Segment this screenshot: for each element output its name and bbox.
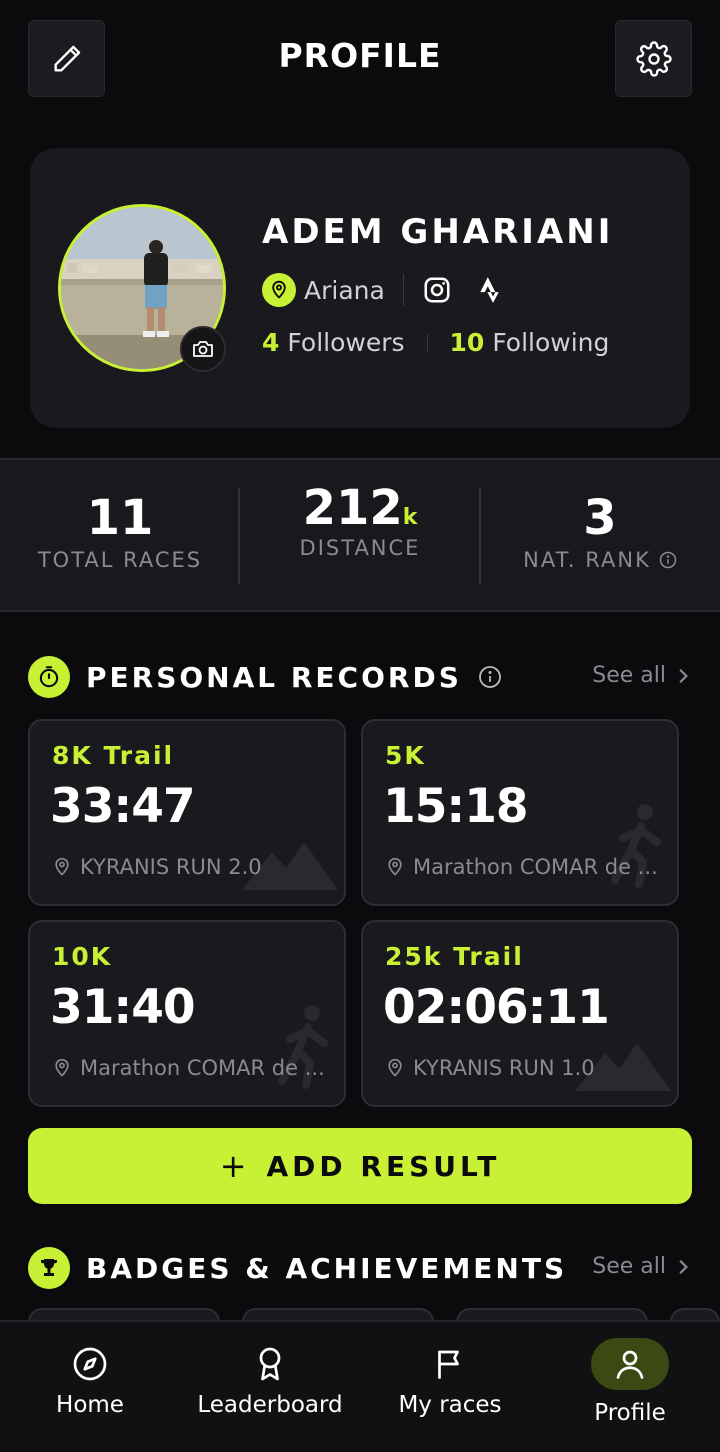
gear-icon	[635, 40, 672, 77]
add-result-button[interactable]: + ADD RESULT	[28, 1128, 692, 1204]
record-event-row: Marathon COMAR de ...	[385, 855, 658, 879]
location-pin-icon	[55, 1058, 69, 1077]
followers-link[interactable]: 4 Followers	[262, 328, 405, 357]
divider	[426, 333, 428, 352]
stopwatch-icon	[28, 656, 70, 698]
total-races-value: 11	[86, 490, 154, 546]
record-card[interactable]: 8K Trail 33:47 KYRANIS RUN 2.0	[28, 719, 346, 906]
strava-icon[interactable]	[478, 275, 504, 305]
followers-label: Followers	[287, 328, 405, 357]
runner-icon	[601, 800, 671, 894]
info-icon[interactable]	[478, 665, 502, 689]
user-icon	[610, 1344, 650, 1384]
profile-location: Ariana	[304, 275, 385, 305]
total-races-label: TOTAL RACES	[37, 548, 203, 572]
location-pin-icon	[388, 1058, 402, 1077]
nat-rank-value: 3	[583, 490, 617, 546]
page-title: PROFILE	[278, 36, 442, 75]
record-card[interactable]: 5K 15:18 Marathon COMAR de ...	[361, 719, 679, 906]
instagram-icon[interactable]	[422, 275, 452, 305]
info-icon[interactable]	[659, 551, 677, 569]
nav-label: Home	[56, 1392, 124, 1418]
record-card[interactable]: 10K 31:40 Marathon COMAR de ...	[28, 920, 346, 1107]
plus-icon: +	[219, 1147, 247, 1185]
nav-leaderboard[interactable]: Leaderboard	[180, 1322, 360, 1452]
record-time: 33:47	[50, 779, 196, 834]
nat-rank-label: NAT. RANK	[523, 548, 651, 572]
record-event-row: Marathon COMAR de ...	[52, 1056, 325, 1080]
location-pin-icon	[388, 857, 402, 876]
record-event-row: KYRANIS RUN 1.0	[385, 1056, 595, 1080]
nav-my-races[interactable]: My races	[360, 1322, 540, 1452]
following-link[interactable]: 10 Following	[450, 328, 610, 357]
distance-value: 212	[302, 480, 403, 536]
change-photo-button[interactable]	[180, 326, 226, 372]
stats-row: 11 TOTAL RACES 212k DISTANCE 3 NAT. RANK	[0, 458, 720, 612]
record-time: 31:40	[50, 980, 196, 1035]
medal-icon	[250, 1344, 290, 1384]
see-all-badges-link[interactable]: See all	[592, 1254, 690, 1279]
runner-icon	[268, 1001, 338, 1095]
stat-total-races: 11 TOTAL RACES	[0, 460, 240, 610]
chevron-right-icon	[679, 668, 688, 683]
stat-nat-rank: 3 NAT. RANK	[480, 460, 720, 610]
following-label: Following	[492, 328, 610, 357]
following-count: 10	[449, 328, 485, 357]
bottom-nav: Home Leaderboard My races Profile	[0, 1320, 720, 1452]
record-event-row: KYRANIS RUN 2.0	[52, 855, 262, 879]
location-pin-icon	[262, 273, 296, 307]
chevron-right-icon	[679, 1259, 688, 1274]
profile-card: ADEM GHARIANI Ariana 4 Followers 10 Follow…	[30, 148, 690, 428]
record-distance: 10K	[52, 942, 113, 971]
trophy-icon	[28, 1247, 70, 1289]
record-distance: 8K Trail	[52, 741, 175, 770]
flag-icon	[430, 1344, 470, 1384]
record-distance: 5K	[385, 741, 426, 770]
followers-count: 4	[262, 328, 280, 357]
badges-header: BADGES & ACHIEVEMENTS See all	[28, 1246, 692, 1290]
distance-unit: k	[402, 505, 418, 530]
divider	[402, 274, 404, 306]
settings-button[interactable]	[615, 20, 692, 97]
record-event: Marathon COMAR de ...	[413, 855, 658, 879]
location-pin-icon	[55, 857, 69, 876]
add-result-label: ADD RESULT	[266, 1149, 501, 1183]
record-time: 02:06:11	[383, 980, 610, 1035]
see-all-records-link[interactable]: See all	[592, 663, 690, 688]
top-bar: PROFILE	[0, 0, 720, 118]
record-card[interactable]: 25k Trail 02:06:11 KYRANIS RUN 1.0	[361, 920, 679, 1107]
camera-icon	[193, 341, 213, 357]
personal-records-header: PERSONAL RECORDS See all	[28, 655, 692, 699]
record-distance: 25k Trail	[385, 942, 524, 971]
record-event: KYRANIS RUN 1.0	[413, 1056, 595, 1080]
nav-label: My races	[398, 1392, 502, 1418]
follow-counts: 4 Followers 10 Following	[262, 328, 609, 357]
compass-icon	[70, 1344, 110, 1384]
nav-label: Leaderboard	[197, 1392, 343, 1418]
profile-name: ADEM GHARIANI	[262, 212, 614, 252]
nav-label: Profile	[594, 1400, 666, 1426]
nav-home[interactable]: Home	[0, 1322, 180, 1452]
see-all-label: See all	[592, 1254, 666, 1279]
section-title: BADGES & ACHIEVEMENTS	[86, 1251, 568, 1285]
profile-meta-row: Ariana	[262, 272, 504, 308]
record-event: KYRANIS RUN 2.0	[80, 855, 262, 879]
nav-profile[interactable]: Profile	[540, 1322, 720, 1452]
record-time: 15:18	[383, 779, 529, 834]
see-all-label: See all	[592, 663, 666, 688]
record-event: Marathon COMAR de ...	[80, 1056, 325, 1080]
section-title: PERSONAL RECORDS	[86, 660, 462, 694]
stat-distance: 212k DISTANCE	[240, 460, 480, 610]
distance-label: DISTANCE	[299, 536, 421, 560]
nat-rank-label-row: NAT. RANK	[480, 548, 720, 572]
